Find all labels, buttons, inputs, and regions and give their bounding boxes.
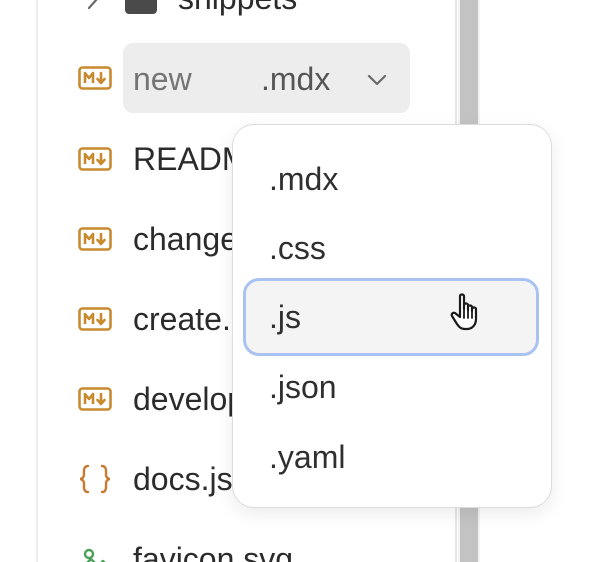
option-label: .mdx <box>269 161 339 197</box>
new-file-editor: .mdx <box>123 43 410 113</box>
extension-option-yaml[interactable]: .yaml <box>243 420 539 494</box>
markdown-icon <box>78 307 112 331</box>
option-label: .css <box>269 230 326 266</box>
extension-option-js[interactable]: .js <box>243 278 539 356</box>
extension-option-css[interactable]: .css <box>243 211 539 285</box>
new-file-name-input[interactable] <box>133 61 253 97</box>
chevron-down-icon[interactable] <box>366 69 388 91</box>
markdown-icon <box>78 387 112 411</box>
folder-name: snippets <box>178 0 297 14</box>
tree-item-file[interactable]: favicon.svg <box>0 530 455 562</box>
folder-icon <box>125 0 157 14</box>
extension-select-value[interactable]: .mdx <box>261 63 330 95</box>
chevron-right-icon <box>87 0 98 10</box>
markdown-icon <box>78 227 112 251</box>
markdown-icon <box>78 147 112 171</box>
file-name: favicon.svg <box>133 541 294 562</box>
markdown-icon <box>78 66 112 90</box>
option-label: .js <box>269 299 301 335</box>
json-braces-icon <box>79 464 111 494</box>
option-label: .yaml <box>269 439 346 475</box>
extension-dropdown-menu: .mdx .css .js .json .yaml <box>232 124 552 508</box>
option-label: .json <box>269 369 337 405</box>
extension-option-mdx[interactable]: .mdx <box>243 142 539 216</box>
image-icon <box>83 548 106 562</box>
hand-pointer-cursor-icon <box>450 293 478 331</box>
file-explorer: snippets .mdx README.md changelog.mdx <box>0 0 590 562</box>
extension-option-json[interactable]: .json <box>243 350 539 424</box>
